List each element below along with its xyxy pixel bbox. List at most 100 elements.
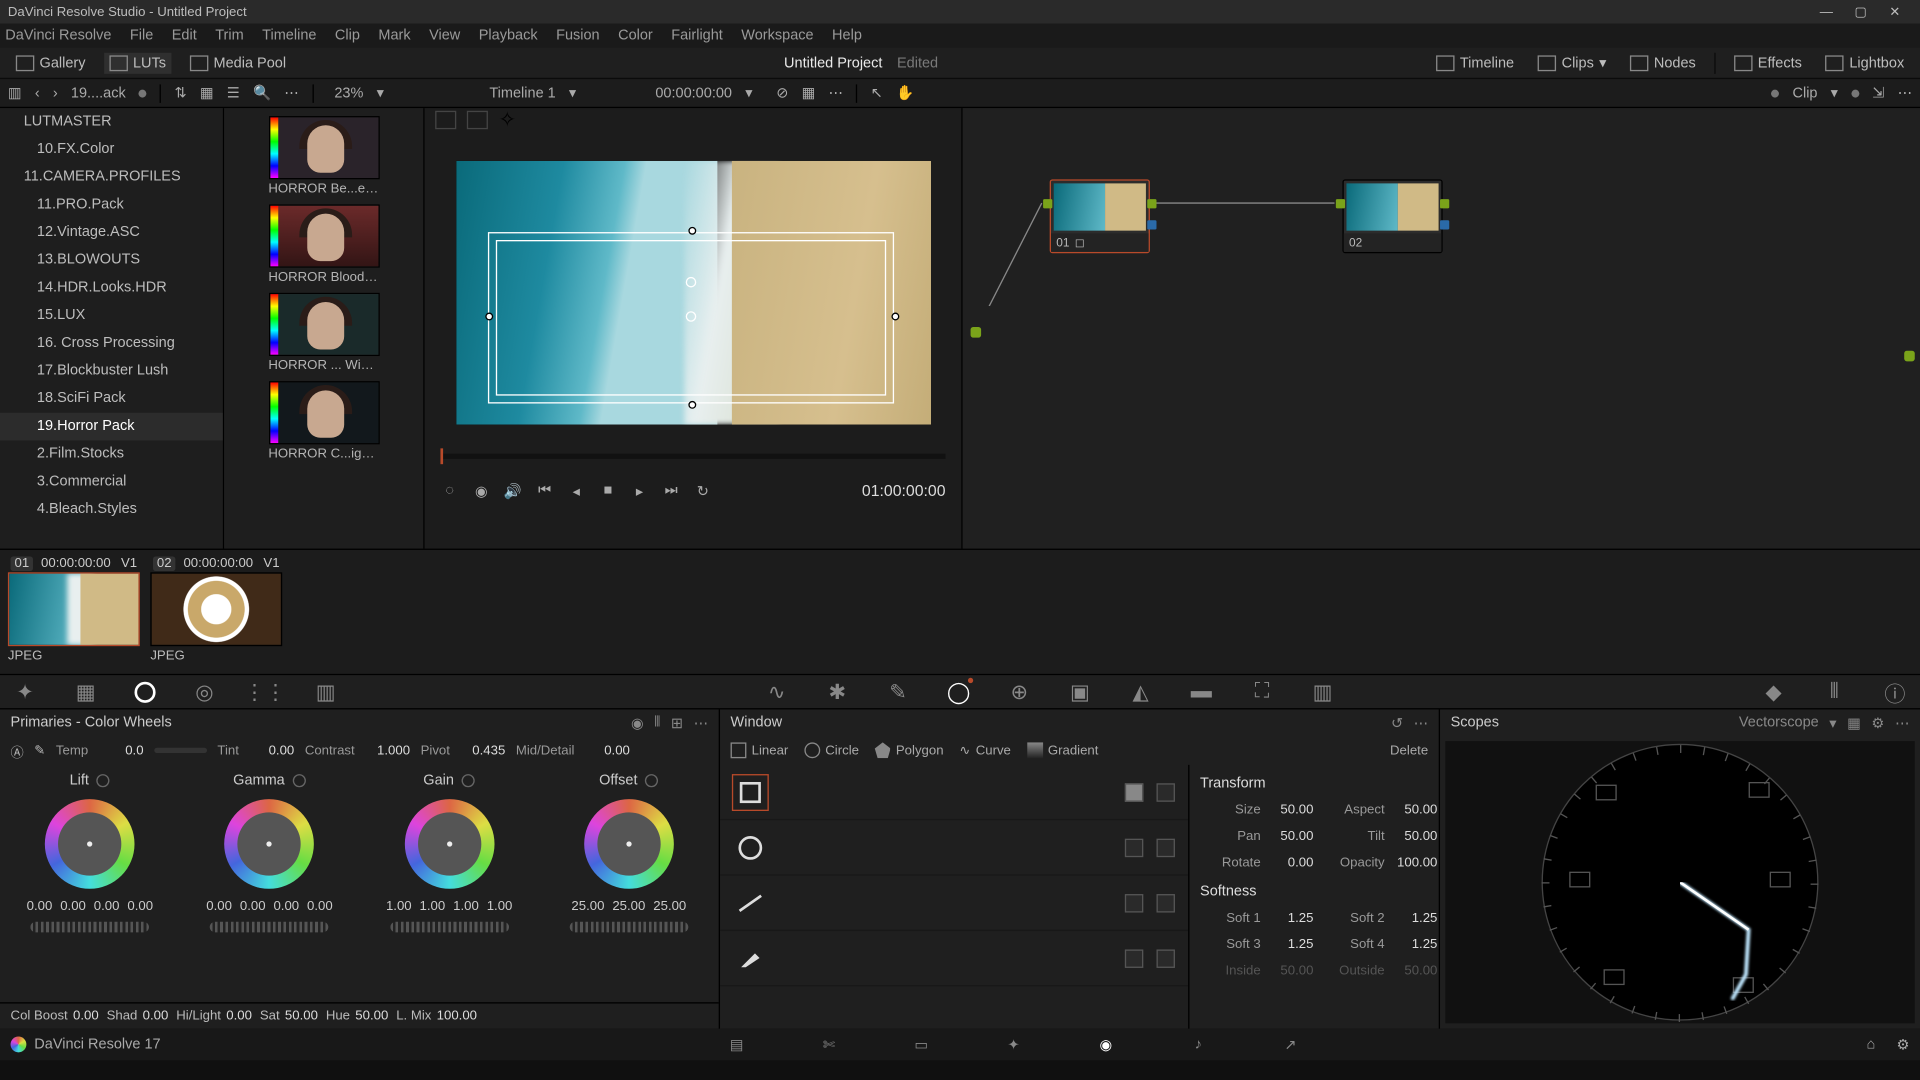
prev-frame-icon[interactable]: ◂	[567, 481, 585, 499]
wheel-value[interactable]: 25.00	[571, 899, 604, 914]
pw-handle-top[interactable]	[688, 227, 696, 235]
nav-fwd-icon[interactable]: ›	[53, 85, 58, 101]
folder-17-blockbuster-lush[interactable]: 17.Blockbuster Lush	[0, 357, 223, 385]
page-media-icon[interactable]: ▤	[723, 1034, 749, 1055]
folder-16-cross-processing[interactable]: 16. Cross Processing	[0, 330, 223, 358]
lut-thumb[interactable]: HORROR Be...e Stalker	[268, 116, 379, 196]
wheel-control[interactable]	[584, 799, 674, 889]
auto-balance-icon[interactable]: Ⓐ	[11, 740, 24, 760]
lut-thumbnail-list[interactable]: HORROR Be...e StalkerHORROR Blood Night H…	[224, 108, 424, 548]
lightbox-toggle[interactable]: Lightbox	[1820, 52, 1909, 73]
menu-mark[interactable]: Mark	[378, 28, 410, 44]
gallery-toggle[interactable]: Gallery	[11, 52, 91, 73]
menu-fusion[interactable]: Fusion	[556, 28, 600, 44]
lut-thumb[interactable]: HORROR Blood Night	[268, 204, 379, 284]
viewer-zoom[interactable]: 23%	[334, 85, 363, 101]
window-reset-icon[interactable]: ↺	[1391, 714, 1403, 731]
bypass-icon[interactable]: ⊘	[776, 84, 788, 101]
page-edit-icon[interactable]: ▭	[908, 1034, 934, 1055]
keyframes-icon[interactable]: ◆	[1762, 680, 1786, 704]
more-icon[interactable]: ⋯	[694, 714, 709, 731]
viewer-split-icon[interactable]	[467, 111, 488, 129]
pan-value[interactable]: 50.00	[1261, 829, 1314, 844]
add-linear-window[interactable]: Linear	[731, 742, 789, 758]
node-01-in[interactable]	[1043, 199, 1052, 208]
chevron-down-icon[interactable]: ▾	[745, 84, 752, 101]
menu-file[interactable]: File	[130, 28, 153, 44]
clip-thumb[interactable]: 0100:00:00:00V1JPEG	[8, 555, 140, 668]
folder-18-scifi-pack[interactable]: 18.SciFi Pack	[0, 385, 223, 413]
page-fairlight-icon[interactable]: ♪	[1185, 1034, 1211, 1055]
mediapool-toggle[interactable]: Media Pool	[184, 52, 291, 73]
window-close[interactable]: ✕	[1878, 5, 1912, 20]
node-02[interactable]: 02	[1342, 179, 1442, 253]
window-mode-add[interactable]	[1125, 783, 1143, 801]
viewer-overlay-icon[interactable]	[435, 111, 456, 129]
more-icon[interactable]: ⋯	[1895, 714, 1910, 731]
magic-mask-icon[interactable]: ▣	[1068, 680, 1092, 704]
more-icon[interactable]: ⋯	[1414, 714, 1429, 731]
rotate-value[interactable]: 0.00	[1261, 855, 1314, 870]
lut-thumb[interactable]: HORROR ... Window	[268, 293, 379, 373]
node-02-alpha[interactable]	[1440, 220, 1449, 229]
folder-14-hdr-looks-hdr[interactable]: 14.HDR.Looks.HDR	[0, 274, 223, 302]
folder-19-horror-pack[interactable]: 19.Horror Pack	[0, 413, 223, 441]
menu-trim[interactable]: Trim	[215, 28, 243, 44]
window-row-linear[interactable]	[720, 765, 1188, 820]
node-02-in[interactable]	[1336, 199, 1345, 208]
stop-icon[interactable]: ■	[599, 481, 617, 499]
folder-2-film-stocks[interactable]: 2.Film.Stocks	[0, 440, 223, 468]
window-mode-add[interactable]	[1125, 949, 1143, 967]
wheel-control[interactable]	[404, 799, 494, 889]
menu-color[interactable]: Color	[618, 28, 653, 44]
nav-back-icon[interactable]: ‹	[35, 85, 40, 101]
pw-center-handle[interactable]	[686, 311, 697, 322]
window-mode-add[interactable]	[1125, 838, 1143, 856]
size-value[interactable]: 50.00	[1261, 802, 1314, 817]
temp-slider[interactable]	[154, 748, 207, 753]
motion-effects-icon[interactable]: ▥	[314, 680, 338, 704]
add-polygon-window[interactable]: Polygon	[875, 742, 944, 758]
window-mode-sub[interactable]	[1156, 783, 1174, 801]
home-icon[interactable]: ⌂	[1867, 1036, 1876, 1053]
scope-settings-icon[interactable]: ⚙	[1871, 714, 1884, 731]
folder-10-fx-color[interactable]: 10.FX.Color	[0, 136, 223, 164]
sidebar-toggle-icon[interactable]: ▥	[8, 84, 22, 101]
loop-mode-icon[interactable]: ◌	[440, 481, 458, 499]
color-warper-icon[interactable]: ✱	[826, 680, 850, 704]
hilight-value[interactable]: 0.00	[226, 1009, 252, 1024]
colboost-value[interactable]: 0.00	[73, 1009, 99, 1024]
menu-workspace[interactable]: Workspace	[741, 28, 813, 44]
reset-icon[interactable]	[645, 774, 658, 787]
menu-help[interactable]: Help	[832, 28, 862, 44]
render-cache-icon[interactable]: ◉	[472, 481, 490, 499]
effects-toggle[interactable]: Effects	[1729, 52, 1807, 73]
pivot-value[interactable]: 0.435	[460, 743, 505, 758]
wheel-value[interactable]: 25.00	[653, 899, 686, 914]
page-deliver-icon[interactable]: ↗	[1277, 1034, 1303, 1055]
menu-clip[interactable]: Clip	[335, 28, 360, 44]
wheel-value[interactable]: 0.00	[307, 899, 333, 914]
wheel-value[interactable]: 0.00	[273, 899, 299, 914]
scope-type-dropdown[interactable]: Vectorscope	[1739, 714, 1819, 731]
pointer-icon[interactable]: ↖	[871, 84, 883, 101]
page-color-icon[interactable]: ◉	[1093, 1034, 1119, 1055]
more-icon[interactable]: ⋯	[284, 84, 299, 101]
primaries-mode-2-icon[interactable]: ⫴	[654, 714, 660, 731]
timeline-dropdown[interactable]: Timeline 1	[489, 85, 555, 101]
search-icon[interactable]: 🔍	[253, 84, 271, 101]
window-mode-sub[interactable]	[1156, 893, 1174, 911]
window-row-curve[interactable]	[720, 931, 1188, 986]
reset-icon[interactable]	[462, 774, 475, 787]
chevron-down-icon[interactable]: ▾	[377, 84, 384, 101]
rgb-mixer-icon[interactable]: ⋮⋮	[253, 680, 277, 704]
menu-view[interactable]: View	[429, 28, 460, 44]
window-row-poly[interactable]	[720, 876, 1188, 931]
scope-layout-icon[interactable]: ▦	[1847, 714, 1861, 731]
delete-window[interactable]: Delete	[1390, 743, 1428, 758]
viewer-scrubber[interactable]	[440, 454, 945, 459]
lmix-value[interactable]: 100.00	[437, 1009, 477, 1024]
tint-value[interactable]: 0.00	[249, 743, 294, 758]
node-02-out[interactable]	[1440, 199, 1449, 208]
lut-thumb[interactable]: HORROR C...ightmare	[268, 381, 379, 461]
